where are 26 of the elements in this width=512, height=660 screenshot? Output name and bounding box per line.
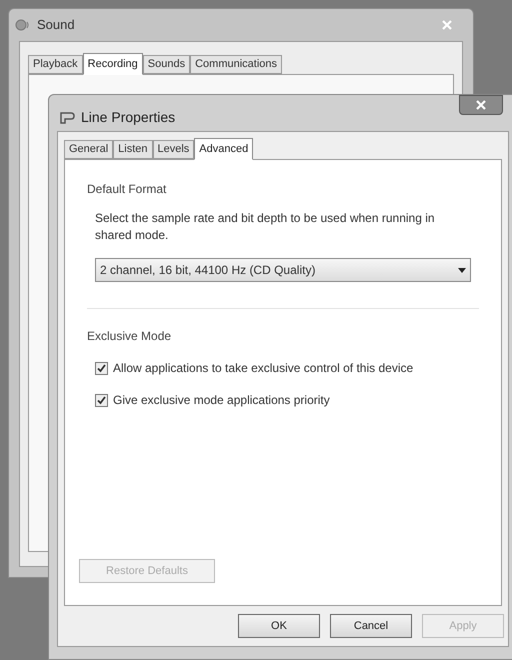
close-button[interactable]: [459, 95, 503, 115]
speaker-icon: [15, 18, 31, 32]
tab[interactable]: Levels: [152, 140, 194, 159]
format-dropdown[interactable]: 2 channel, 16 bit, 44100 Hz (CD Quality): [95, 258, 471, 282]
tab[interactable]: Playback: [28, 55, 83, 74]
dialog-button[interactable]: OK: [238, 614, 320, 638]
checkbox[interactable]: [95, 394, 108, 406]
dropdown-arrow-icon: [458, 268, 466, 272]
tab[interactable]: General: [64, 140, 114, 159]
connector-icon: [59, 110, 75, 124]
close-icon: [476, 100, 486, 110]
tab[interactable]: Recording: [82, 53, 143, 75]
checkbox-label: Allow applications to take exclusive control of this device: [113, 360, 414, 377]
tab[interactable]: Listen: [113, 140, 152, 159]
description-text: Select the sample rate and bit depth to be used when running in shared mode.: [95, 210, 436, 244]
tab[interactable]: Sounds: [142, 55, 190, 74]
tab[interactable]: Communications: [190, 55, 282, 74]
tab[interactable]: Advanced: [194, 138, 254, 160]
window-title: Sound: [37, 16, 76, 34]
section-heading: Exclusive Mode: [87, 328, 172, 345]
window-title: Line Properties: [81, 108, 176, 127]
section-heading: Default Format: [87, 181, 168, 198]
close-icon: [442, 20, 452, 30]
dialog-button[interactable]: Cancel: [330, 614, 412, 638]
checkbox[interactable]: [95, 362, 108, 374]
checkbox-label: Give exclusive mode applications priority: [113, 392, 330, 409]
